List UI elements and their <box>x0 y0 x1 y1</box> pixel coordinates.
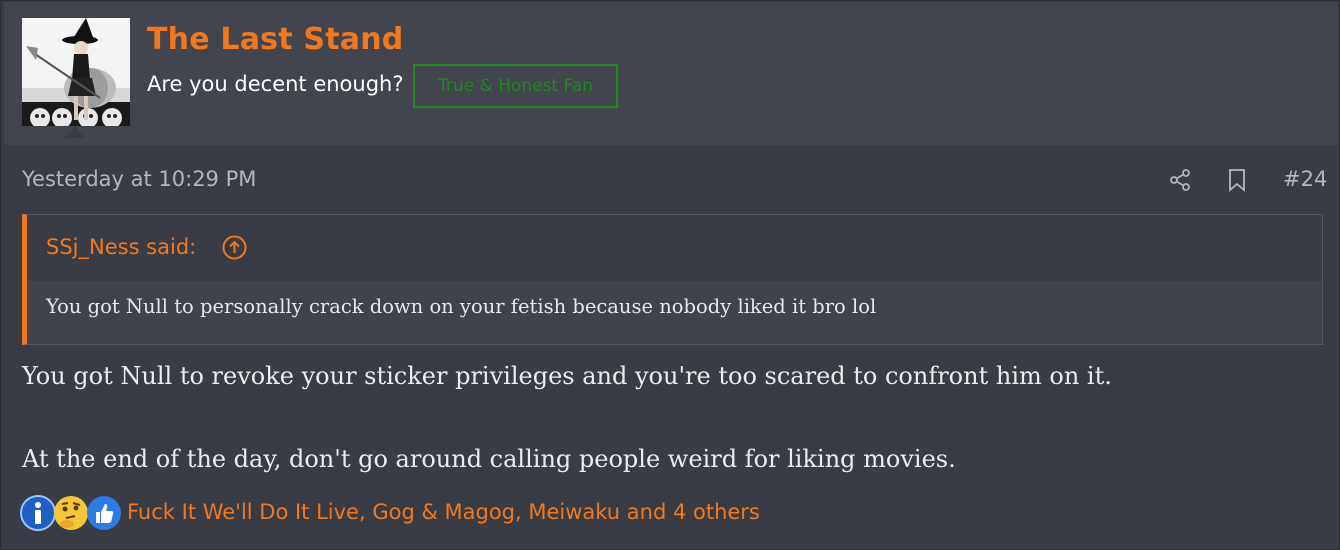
quote-block: SSj_Ness said: You got Null to personall… <box>22 214 1323 345</box>
avatar[interactable] <box>22 18 130 126</box>
reaction-users-link[interactable]: Fuck It We'll Do It Live, Gog & Magog, M… <box>127 500 760 524</box>
reaction-icons <box>20 495 130 533</box>
username[interactable]: The Last Stand <box>147 22 403 57</box>
thinking-icon[interactable] <box>53 495 89 531</box>
like-icon[interactable] <box>86 495 122 531</box>
bookmark-icon[interactable] <box>1226 168 1248 192</box>
user-title: Are you decent enough? <box>147 72 404 96</box>
message-line: At the end of the day, don't go around c… <box>22 445 956 473</box>
arrow-up-circle-icon[interactable] <box>222 235 247 260</box>
user-banner: True & Honest Fan <box>413 64 618 108</box>
quote-body: You got Null to personally crack down on… <box>27 281 1322 344</box>
avatar-image <box>22 18 130 126</box>
post-date[interactable]: Yesterday at 10:29 PM <box>22 167 256 191</box>
share-icon[interactable] <box>1168 168 1192 192</box>
message-line: You got Null to revoke your sticker priv… <box>22 362 1112 390</box>
quote-header: SSj_Ness said: <box>27 215 1322 281</box>
avatar-pointer <box>64 127 86 138</box>
informative-icon[interactable] <box>20 495 56 531</box>
quote-author[interactable]: SSj_Ness said: <box>46 235 196 259</box>
post-number[interactable]: #24 <box>1283 167 1327 191</box>
quote-text: You got Null to personally crack down on… <box>46 295 877 318</box>
